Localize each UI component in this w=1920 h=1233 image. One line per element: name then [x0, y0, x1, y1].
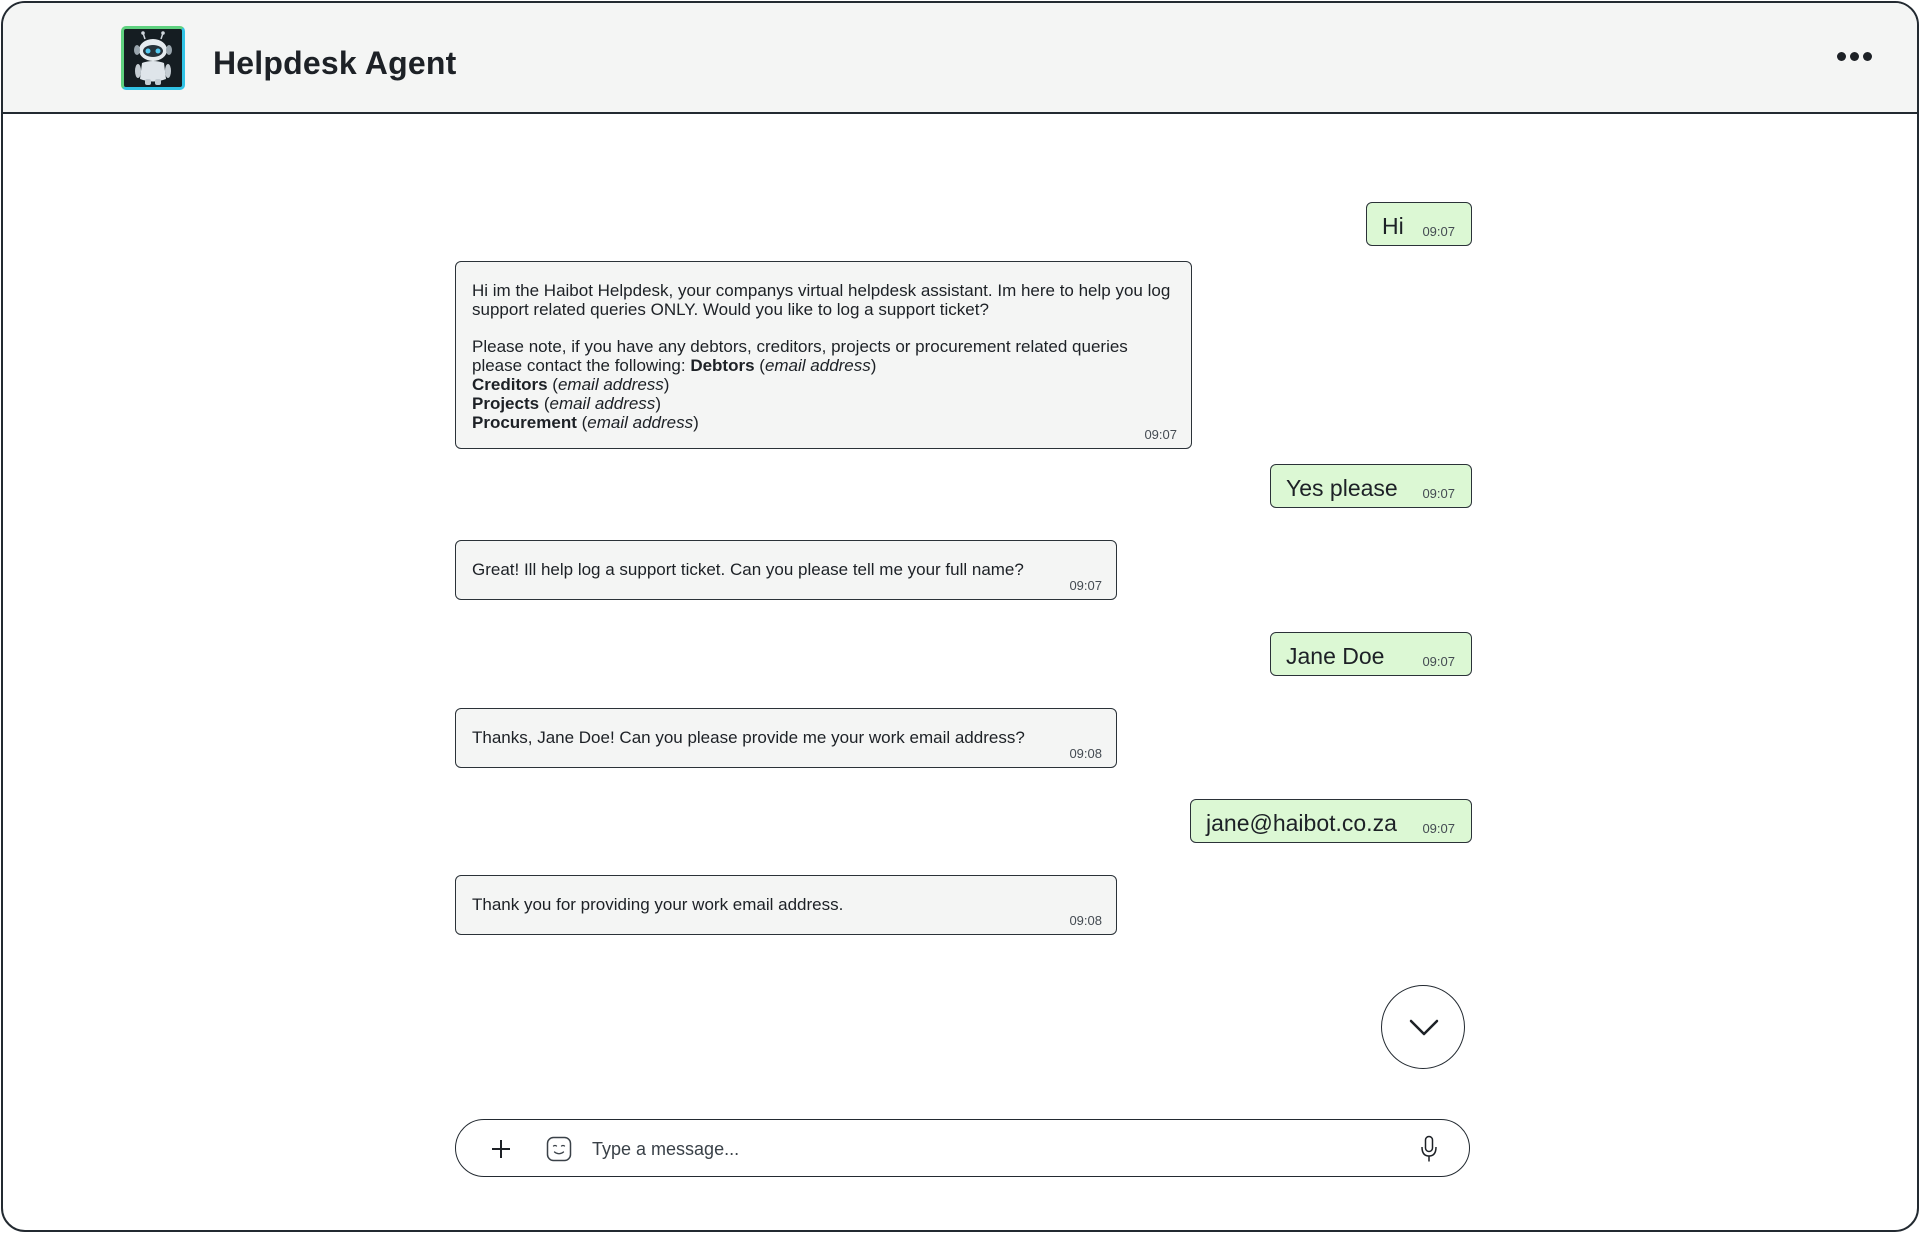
contact-label: Procurement [472, 413, 577, 432]
message-paragraph: Hi im the Haibot Helpdesk, your companys… [472, 281, 1171, 319]
contact-label: Creditors [472, 375, 548, 394]
contact-value: email address [764, 356, 871, 375]
page-title: Helpdesk Agent [213, 45, 457, 81]
user-message: Yes please 09:07 [1270, 464, 1472, 508]
message-time: 09:07 [1069, 578, 1102, 593]
message-time: 09:07 [1422, 486, 1455, 501]
message-time: 09:07 [1144, 427, 1177, 442]
chevron-down-icon [1409, 1019, 1439, 1036]
message-text: Hi [1382, 213, 1404, 239]
message-time: 09:08 [1069, 913, 1102, 928]
user-message: Hi 09:07 [1366, 202, 1472, 246]
more-horizontal-icon[interactable] [1837, 49, 1877, 63]
scroll-to-bottom-button[interactable] [1381, 985, 1465, 1069]
emoji-icon[interactable] [546, 1136, 572, 1162]
message-time: 09:07 [1422, 224, 1455, 239]
message-composer [455, 1119, 1470, 1177]
bot-message: Great! Ill help log a support ticket. Ca… [455, 540, 1117, 600]
message-time: 09:07 [1422, 654, 1455, 669]
message-text: Great! Ill help log a support ticket. Ca… [472, 560, 1024, 579]
bot-message: Thanks, Jane Doe! Can you please provide… [455, 708, 1117, 768]
message-paragraph: Please note, if you have any debtors, cr… [472, 337, 1128, 432]
message-text: jane@haibot.co.za [1206, 810, 1397, 836]
user-message: jane@haibot.co.za 09:07 [1190, 799, 1472, 843]
microphone-icon[interactable] [1420, 1135, 1438, 1163]
contact-value: email address [587, 413, 694, 432]
robot-icon [121, 26, 185, 90]
message-time: 09:07 [1422, 821, 1455, 836]
message-text: Thanks, Jane Doe! Can you please provide… [472, 728, 1025, 747]
message-input[interactable] [590, 1134, 1394, 1164]
dot [1863, 51, 1872, 61]
chat-header: Helpdesk Agent [3, 3, 1917, 114]
dot [1837, 51, 1846, 61]
contact-label: Projects [472, 394, 540, 413]
chat-window: Helpdesk Agent Hi 09:07 Hi im the Haibot… [1, 1, 1919, 1232]
contact-label: Debtors [690, 356, 755, 375]
contact-value: email address [549, 394, 656, 413]
message-time: 09:08 [1069, 746, 1102, 761]
message-text: Yes please [1286, 475, 1398, 501]
user-message: Jane Doe 09:07 [1270, 632, 1472, 676]
plus-icon[interactable] [490, 1138, 512, 1160]
contact-value: email address [557, 375, 664, 394]
bot-message: Thank you for providing your work email … [455, 875, 1117, 935]
message-text: Jane Doe [1286, 643, 1385, 669]
bot-message: Hi im the Haibot Helpdesk, your companys… [455, 261, 1192, 449]
dot [1850, 51, 1859, 61]
message-text: Thank you for providing your work email … [472, 895, 844, 914]
message-text: Hi im the Haibot Helpdesk, your companys… [472, 281, 1175, 432]
